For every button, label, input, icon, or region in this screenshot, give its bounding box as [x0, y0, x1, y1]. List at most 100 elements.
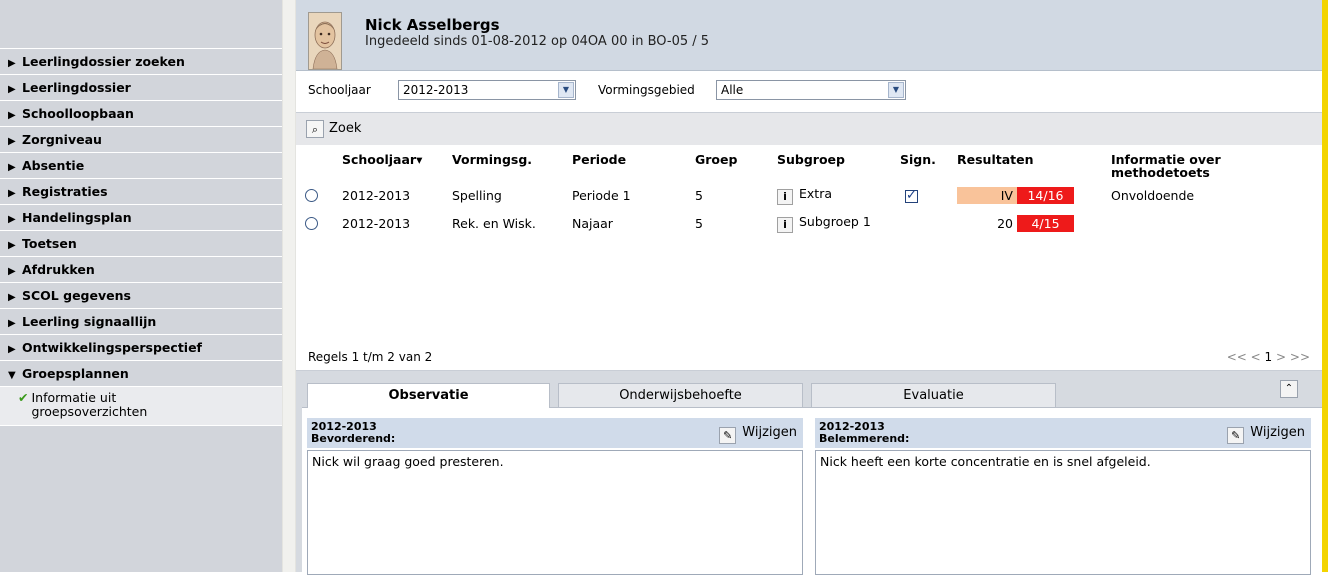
sidebar-item-absentie[interactable]: ▶ Absentie — [0, 153, 282, 179]
wijzigen-label: Wijzigen — [1250, 425, 1305, 440]
column-header-groep[interactable]: Groep — [695, 153, 737, 166]
zoek-button[interactable]: ⌕ Zoek — [306, 119, 361, 139]
cell-subgroep: i Subgroep 1 — [777, 214, 871, 233]
cell-schooljaar: 2012-2013 — [342, 216, 411, 231]
wijzigen-label: Wijzigen — [742, 425, 797, 440]
panel-divider[interactable] — [282, 0, 296, 572]
column-header-periode[interactable]: Periode — [572, 153, 626, 166]
results-grid: ⌕ Zoek Schooljaar▾ Vormingsg. Periode Gro… — [296, 113, 1322, 371]
wijzigen-button[interactable]: ✎ Wijzigen — [1227, 424, 1305, 444]
sidebar-item-label: Afdrukken — [22, 262, 95, 277]
sidebar-item-afdrukken[interactable]: ▶ Afdrukken — [0, 257, 282, 283]
magnifier-icon: ⌕ — [306, 119, 324, 138]
vormingsgebied-value: Alle — [721, 83, 744, 97]
pager-last[interactable]: >> — [1290, 350, 1310, 364]
student-photo-icon — [309, 13, 341, 69]
student-placement-info: Ingedeeld sinds 01-08-2012 op 04OA 00 in… — [365, 34, 710, 49]
column-header-informatie[interactable]: Informatie over methodetoets — [1111, 153, 1261, 179]
sidebar-item-leerling-signaallijn[interactable]: ▶ Leerling signaallijn — [0, 309, 282, 335]
cell-subgroep: i Extra — [777, 186, 832, 205]
sidebar-item-ontwikkelingsperspectief[interactable]: ▶ Ontwikkelingsperspectief — [0, 335, 282, 361]
observation-textarea[interactable]: Nick wil graag goed presteren. — [307, 450, 803, 575]
observation-bevorderend: 2012-2013 Bevorderend: ✎ Wijzigen Nick wi… — [307, 418, 803, 575]
triangle-right-icon: ▶ — [8, 344, 16, 355]
cell-periode: Najaar — [572, 216, 613, 231]
sidebar-item-label: Ontwikkelingsperspectief — [22, 340, 202, 355]
cell-informatie: Onvoldoende — [1111, 188, 1195, 203]
wijzigen-button[interactable]: ✎ Wijzigen — [719, 424, 797, 444]
column-header-schooljaar[interactable]: Schooljaar▾ — [342, 153, 422, 166]
column-header-sign[interactable]: Sign. — [900, 153, 936, 166]
sidebar-item-leerlingdossier[interactable]: ▶ Leerlingdossier — [0, 75, 282, 101]
schooljaar-label: Schooljaar — [308, 83, 371, 97]
cell-vormingsg: Rek. en Wisk. — [452, 216, 536, 231]
collapse-up-icon[interactable]: ⌃ — [1280, 380, 1298, 398]
student-name: Nick Asselbergs — [365, 16, 500, 34]
pager-current-page: 1 — [1264, 350, 1273, 364]
sidebar-subitem-label: Informatie uit groepsoverzichten — [31, 390, 148, 419]
sign-checkbox[interactable]: ✓ — [905, 189, 918, 203]
avatar — [308, 12, 342, 70]
cell-groep: 5 — [695, 188, 703, 203]
sidebar-item-label: Leerling signaallijn — [22, 314, 157, 329]
vormingsgebied-select[interactable]: Alle ▼ — [716, 80, 906, 100]
sidebar-top-band — [0, 0, 282, 49]
table-row[interactable]: 2012-2013 Rek. en Wisk. Najaar 5 i Subgro… — [296, 213, 1322, 235]
triangle-right-icon: ▶ — [8, 110, 16, 121]
student-header: Nick Asselbergs Ingedeeld sinds 01-08-20… — [296, 0, 1322, 71]
subgroep-label: Extra — [799, 186, 832, 201]
sidebar-item-registraties[interactable]: ▶ Registraties — [0, 179, 282, 205]
info-icon[interactable]: i — [777, 217, 793, 233]
chevron-down-icon[interactable]: ▼ — [558, 82, 574, 98]
observation-year: 2012-2013 — [819, 420, 885, 433]
sidebar-item-schoolloopbaan[interactable]: ▶ Schoolloopbaan — [0, 101, 282, 127]
observation-header: 2012-2013 Bevorderend: ✎ Wijzigen — [307, 418, 803, 448]
info-icon[interactable]: i — [777, 189, 793, 205]
zoek-label: Zoek — [329, 121, 362, 136]
sidebar-item-groepsplannen[interactable]: ▼ Groepsplannen — [0, 361, 282, 387]
row-select-radio[interactable] — [305, 217, 318, 230]
tab-evaluatie[interactable]: Evaluatie — [811, 383, 1056, 407]
sidebar-item-label: Toetsen — [22, 236, 77, 251]
sidebar-item-scol-gegevens[interactable]: ▶ SCOL gegevens — [0, 283, 282, 309]
subgroep-label: Subgroep 1 — [799, 214, 871, 229]
triangle-right-icon: ▶ — [8, 162, 16, 173]
sidebar-item-leerlingdossier-zoeken[interactable]: ▶ Leerlingdossier zoeken — [0, 49, 282, 75]
observation-textarea[interactable]: Nick heeft een korte concentratie en is … — [815, 450, 1311, 575]
pager: << < 1 > >> — [1227, 350, 1310, 364]
triangle-right-icon: ▶ — [8, 214, 16, 225]
sidebar-item-label: Schoolloopbaan — [22, 106, 134, 121]
sidebar-item-toetsen[interactable]: ▶ Toetsen — [0, 231, 282, 257]
pager-prev[interactable]: < — [1251, 350, 1261, 364]
cell-vormingsg: Spelling — [452, 188, 502, 203]
triangle-right-icon: ▶ — [8, 240, 16, 251]
pager-first[interactable]: << — [1227, 350, 1247, 364]
tab-onderwijsbehoefte[interactable]: Onderwijsbehoefte — [558, 383, 803, 407]
schooljaar-value: 2012-2013 — [403, 83, 469, 97]
column-header-vormingsg[interactable]: Vormingsg. — [452, 153, 532, 166]
checkmark-icon: ✔ — [18, 390, 29, 405]
observation-header: 2012-2013 Belemmerend: ✎ Wijzigen — [815, 418, 1311, 448]
column-header-subgroep[interactable]: Subgroep — [777, 153, 845, 166]
cell-schooljaar: 2012-2013 — [342, 188, 411, 203]
sidebar-item-label: Absentie — [22, 158, 85, 173]
column-header-resultaten[interactable]: Resultaten — [957, 153, 1034, 166]
pager-next[interactable]: > — [1276, 350, 1286, 364]
sidebar-item-handelingsplan[interactable]: ▶ Handelingsplan — [0, 205, 282, 231]
table-row[interactable]: 2012-2013 Spelling Periode 1 5 i Extra ✓ … — [296, 185, 1322, 207]
tab-observatie[interactable]: Observatie — [307, 383, 550, 408]
row-select-radio[interactable] — [305, 189, 318, 202]
sidebar-item-label: Groepsplannen — [22, 366, 129, 381]
detail-tab-panel: Observatie Onderwijsbehoefte Evaluatie ⌃… — [296, 371, 1322, 575]
sidebar-item-label: Leerlingdossier — [22, 80, 131, 95]
schooljaar-select[interactable]: 2012-2013 ▼ — [398, 80, 576, 100]
chevron-down-icon[interactable]: ▼ — [888, 82, 904, 98]
sidebar-subitem-informatie-uit-groepsoverzichten[interactable]: ✔ Informatie uit groepsoverzichten — [18, 391, 282, 419]
triangle-right-icon: ▶ — [8, 266, 16, 277]
sidebar-item-label: Registraties — [22, 184, 108, 199]
sidebar-item-label: Zorgniveau — [22, 132, 102, 147]
triangle-down-icon: ▼ — [8, 370, 16, 381]
sidebar-item-zorgniveau[interactable]: ▶ Zorgniveau — [0, 127, 282, 153]
result-level: IV — [957, 187, 1017, 204]
observation-belemmerend: 2012-2013 Belemmerend: ✎ Wijzigen Nick he… — [815, 418, 1311, 575]
